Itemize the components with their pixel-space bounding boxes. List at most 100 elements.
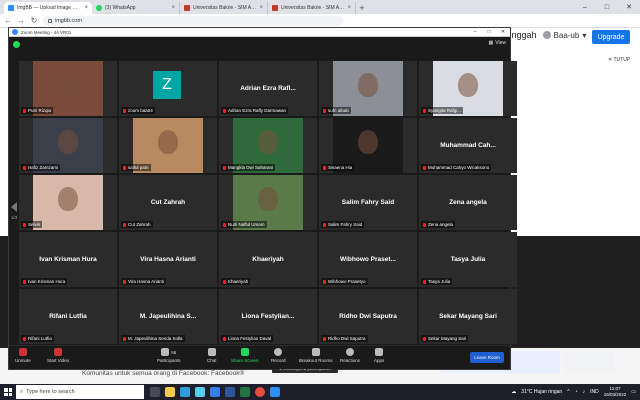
reactions-button[interactable]: Reactions [340, 348, 360, 363]
previous-page-button[interactable]: 1/3 [10, 202, 18, 220]
reload-icon[interactable]: ↻ [30, 16, 38, 25]
notifications-icon[interactable]: ▭ [631, 389, 636, 395]
maximize-icon[interactable]: □ [482, 29, 496, 35]
record-button[interactable]: Record [271, 348, 286, 363]
participants-count: 56 [171, 349, 177, 355]
minimize-icon[interactable]: – [468, 29, 482, 35]
participant-tile[interactable]: Sekar Mayang Sari Sekar Mayang Sari [419, 289, 517, 344]
task-view-icon[interactable] [150, 387, 160, 397]
chrome-icon[interactable] [255, 387, 265, 397]
new-tab-button[interactable]: + [356, 2, 368, 14]
chevron-up-icon[interactable]: ^ [567, 389, 569, 395]
participant-name-label: Khaeriyah [221, 278, 251, 285]
participant-tile[interactable]: Adrian Ezra Rafl... Adrian Ezra Rafly Dar… [219, 61, 317, 116]
weather-text[interactable]: 31°C Hujan ringan [521, 389, 562, 395]
participant-tile[interactable]: Rifani Lutfia Rifani Lutfia [19, 289, 117, 344]
participant-tile[interactable]: Muhammad Cah... Muhammad Cahyo Wicaksono [419, 118, 517, 173]
participant-tile[interactable]: Khaeriyah Khaeriyah [219, 232, 317, 287]
participant-video [33, 175, 103, 230]
participants-button[interactable]: 56 Participants [157, 348, 181, 363]
browser-tab-whatsapp[interactable]: (3) WhatsApp × [92, 2, 180, 14]
share-screen-icon [240, 348, 249, 356]
participant-tile[interactable]: Putri Rizqia [19, 61, 117, 116]
participant-name: Liona Festylian Daval [228, 336, 272, 341]
unmute-button[interactable]: Unmute [15, 348, 31, 363]
muted-microphone-icon [223, 108, 226, 113]
muted-microphone-icon [423, 336, 426, 341]
page-header-actions: Unggah Baa-ub ▾ [505, 30, 586, 40]
imgbb-favicon-icon [8, 5, 14, 11]
browser-tab-imgbb[interactable]: ImgBB — Upload Image — Free Image Hostin… [4, 2, 92, 14]
participant-display-name: Salim Fahry Said [341, 198, 395, 206]
network-icon[interactable]: ◔ [575, 389, 578, 395]
facebook-ad-text[interactable]: Komunitas untuk semua orang di Facebook:… [82, 370, 244, 377]
minimize-icon[interactable]: – [574, 0, 596, 14]
participant-tile[interactable]: Ivan Krisman Hura Ivan Krisman Hura [19, 232, 117, 287]
file-explorer-icon[interactable] [165, 387, 175, 397]
taskbar-search[interactable]: ⌕ Type here to search [16, 385, 144, 399]
participant-tile[interactable]: Tasya Julia Tasya Julia [419, 232, 517, 287]
participant-name-label: Sekar Mayang Sari [421, 335, 469, 342]
muted-microphone-icon [123, 279, 126, 284]
upgrade-button[interactable]: Upgrade [592, 30, 630, 44]
participant-tile[interactable]: saiful patri [119, 118, 217, 173]
participant-tile[interactable]: Selvin [19, 175, 117, 230]
user-menu[interactable]: Baa-ub ▾ [542, 30, 587, 40]
zoom-app-icon[interactable] [270, 387, 280, 397]
participant-tile[interactable]: Salim Fahry Said Salim Fahry Said [319, 175, 417, 230]
chat-button[interactable]: Chat [207, 348, 217, 363]
participant-tile[interactable]: Zzoom baa04 [119, 61, 217, 116]
browser-tab-sim-1[interactable]: Universitas Bakrie - SIM Akademik × [180, 2, 268, 14]
participant-tile[interactable]: Cut Zahrah Cut Zahrah [119, 175, 217, 230]
participant-name-label: Muhammad Cahyo Wicaksono [421, 164, 492, 171]
close-tab-icon[interactable]: × [171, 5, 175, 11]
excel-icon[interactable] [240, 387, 250, 397]
browser-tab-sim-2[interactable]: Universitas Bakrie - SIM Akademik × [268, 2, 356, 14]
view-button[interactable]: ▦ View [489, 40, 506, 46]
start-button[interactable] [0, 384, 16, 400]
muted-microphone-icon [123, 222, 126, 227]
participant-tile[interactable]: Hafiz Zamzami [19, 118, 117, 173]
forward-icon[interactable]: → [17, 16, 25, 25]
close-window-icon[interactable]: ✕ [496, 29, 510, 35]
muted-microphone-icon [423, 222, 426, 227]
participant-tile[interactable]: Sisaena Hia [319, 118, 417, 173]
participant-tile[interactable]: M. Japeulihina S... M. Japeulihina Senda … [119, 289, 217, 344]
back-icon[interactable]: ← [4, 16, 12, 25]
participant-tile[interactable]: Wibhowo Praset... Wibhowo Prasetyo [319, 232, 417, 287]
volume-icon[interactable]: ♪ [583, 389, 586, 395]
participant-name: Cut Zahrah [128, 222, 151, 227]
mail-icon[interactable] [210, 387, 220, 397]
store-icon[interactable] [195, 387, 205, 397]
close-tab-icon[interactable]: × [347, 5, 351, 11]
participant-name: sufri albab [328, 108, 349, 113]
security-shield-icon[interactable] [13, 41, 20, 48]
participant-tile[interactable]: Mangkla Dwi Saharani [219, 118, 317, 173]
address-bar[interactable]: imgbb.com [43, 15, 343, 26]
chevron-down-icon: ▾ [582, 30, 587, 40]
breakout-rooms-button[interactable]: Breakout Rooms [299, 348, 333, 363]
participant-tile[interactable]: Liona Festylian... Liona Festylian Daval [219, 289, 317, 344]
close-ad-button[interactable]: ✕ TUTUP [608, 57, 630, 63]
clock[interactable]: 11:07 16/03/2022 [604, 386, 627, 398]
ad-secondary[interactable] [564, 351, 614, 373]
participant-tile[interactable]: sufri albab [319, 61, 417, 116]
close-tab-icon[interactable]: × [84, 5, 88, 11]
leave-room-button[interactable]: Leave Room [470, 352, 504, 363]
close-tab-icon[interactable]: × [259, 5, 263, 11]
participant-tile[interactable]: Zena angela Zena angela [419, 175, 517, 230]
edge-icon[interactable] [180, 387, 190, 397]
start-video-button[interactable]: Start Video [47, 348, 69, 363]
participant-name: Selvin [28, 222, 41, 227]
apps-button[interactable]: Apps [374, 348, 384, 363]
share-screen-button[interactable]: Share Screen [231, 348, 259, 363]
language-indicator[interactable]: IND [590, 389, 599, 395]
record-icon [274, 348, 283, 356]
participant-tile[interactable]: Syangita Rafgi... [419, 61, 517, 116]
participant-tile[interactable]: Vira Hasna Arianti Vira Hasna Arianti [119, 232, 217, 287]
participant-tile[interactable]: Ridho Dwi Saputra Ridho Dwi Saputra [319, 289, 417, 344]
close-window-icon[interactable]: ✕ [618, 0, 640, 14]
maximize-icon[interactable]: □ [596, 0, 618, 14]
word-icon[interactable] [225, 387, 235, 397]
participant-tile[interactable]: Nurli Naflul Umam [219, 175, 317, 230]
